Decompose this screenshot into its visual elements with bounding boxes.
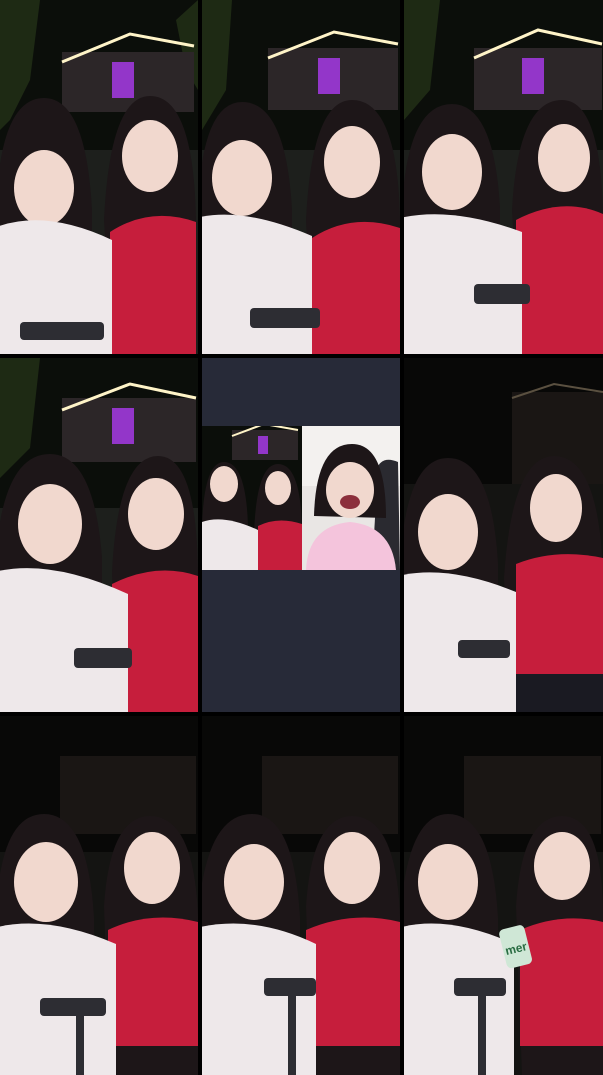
video-tile-1 xyxy=(0,0,198,354)
video-tile-8 xyxy=(202,716,400,1075)
video-mosaic: mer xyxy=(0,0,603,1075)
video-tile-3 xyxy=(404,0,603,354)
inset-photo xyxy=(202,426,400,570)
tile-1-photo xyxy=(0,0,198,354)
split-screen-inset xyxy=(202,426,400,570)
video-tile-9: mer xyxy=(404,716,603,1075)
video-tile-5 xyxy=(202,358,400,712)
tile-3-photo xyxy=(404,0,603,354)
tile-7-photo xyxy=(0,716,198,1075)
video-tile-2 xyxy=(202,0,400,354)
video-tile-6 xyxy=(404,358,603,712)
video-tile-4 xyxy=(0,358,198,712)
tile-2-photo xyxy=(202,0,400,354)
video-tile-7 xyxy=(0,716,198,1075)
tile-8-photo xyxy=(202,716,400,1075)
tile-6-photo xyxy=(404,358,603,712)
tile-4-photo xyxy=(0,358,198,712)
tile-9-photo: mer xyxy=(404,716,603,1075)
